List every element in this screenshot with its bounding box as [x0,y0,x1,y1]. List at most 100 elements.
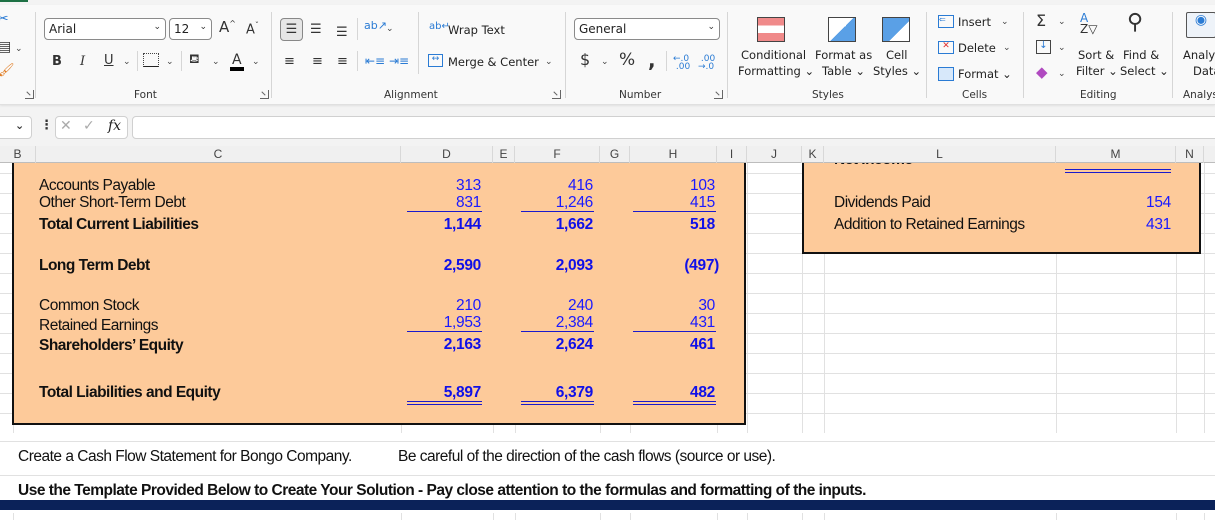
alignment-launcher-icon[interactable] [552,90,561,99]
comma-style-icon[interactable]: , [648,50,656,70]
value-cell[interactable]: 6,379 [556,384,594,402]
formula-input[interactable] [132,116,1215,139]
column-header-h[interactable]: H [630,146,717,163]
clipboard-launcher-icon[interactable] [25,90,34,99]
enter-icon[interactable]: ✓ [83,119,95,133]
autosum-dropdown-icon[interactable]: ⌄ [1058,17,1066,27]
name-box[interactable]: ⌄ [0,116,32,139]
column-header-j[interactable]: J [747,146,802,163]
fill-dropdown-icon[interactable]: ⌄ [1058,43,1066,53]
worksheet-grid[interactable]: Accounts Payable Other Short-Term Debt T… [0,163,1215,520]
merge-center-icon[interactable]: ↔ [428,54,443,67]
align-center-icon[interactable]: ≡ [312,55,323,68]
increase-decimal-icon[interactable]: ←.0 .00 [673,55,690,72]
column-header-k[interactable]: K [802,146,824,163]
delete-dropdown-icon[interactable]: ⌄ [1003,43,1011,53]
wrap-text-button[interactable]: Wrap Text [448,22,505,38]
value-cell[interactable]: 313 [456,177,481,195]
instruction-line-1[interactable]: Create a Cash Flow Statement for Bongo C… [18,448,352,466]
dividends-paid-label[interactable]: Dividends Paid [834,194,931,212]
cut-icon[interactable]: ✂ [0,12,9,26]
value-cell[interactable]: 2,163 [444,336,482,354]
value-cell[interactable]: 518 [690,216,715,234]
value-cell[interactable]: 210 [456,297,481,315]
currency-icon[interactable]: $ [580,52,590,68]
autosum-icon[interactable]: Σ [1036,13,1046,29]
orientation-icon[interactable]: ab↗ [364,20,387,31]
insert-dropdown-icon[interactable]: ⌄ [1001,17,1009,27]
wrap-text-icon[interactable]: ab↵ [429,22,450,32]
instruction-line-2[interactable]: Use the Template Provided Below to Creat… [18,482,866,500]
underline-icon[interactable]: U [104,54,114,67]
column-header-i[interactable]: I [717,146,747,163]
increase-indent-icon[interactable]: ⇥≡ [389,55,409,67]
fill-color-dropdown-icon[interactable]: ⌄ [212,57,220,67]
column-header-d[interactable]: D [401,146,493,163]
decrease-indent-icon[interactable]: ⇤≡ [365,55,385,67]
borders-icon[interactable] [143,53,159,67]
value-cell[interactable]: 415 [690,194,715,212]
value-cell[interactable]: 30 [698,297,715,315]
orientation-dropdown-icon[interactable]: ⌄ [386,24,394,34]
clear-dropdown-icon[interactable]: ⌄ [1058,69,1066,79]
delete-button[interactable]: Delete [958,40,996,56]
column-header-f[interactable]: F [515,146,600,163]
insert-function-icon[interactable]: fx [108,119,121,133]
row-label[interactable]: Common Stock [39,297,139,315]
value-cell[interactable]: 2,384 [556,314,594,332]
merge-center-button[interactable]: Merge & Center [448,54,539,70]
copy-dropdown-icon[interactable]: ⌄ [15,44,23,54]
column-header-g[interactable]: G [600,146,630,163]
column-header-l[interactable]: L [824,146,1056,163]
top-align-icon[interactable]: ☰ [280,18,303,41]
bottom-align-icon[interactable]: ☰ [336,26,348,39]
addition-retained-earnings-label[interactable]: Addition to Retained Earnings [834,216,1025,234]
more-options-icon[interactable]: ⋮ [40,119,53,132]
row-label[interactable]: Total Liabilities and Equity [39,384,221,402]
font-name-select[interactable]: Arial ⌄ [44,18,166,40]
fill-icon[interactable]: ↓ [1036,40,1051,54]
value-cell[interactable]: 1,662 [556,216,594,234]
format-button[interactable]: Format ⌄ [958,66,1012,82]
row-label[interactable]: Accounts Payable [39,177,156,195]
value-cell[interactable]: 2,624 [556,336,594,354]
insert-button[interactable]: Insert [958,14,991,30]
align-right-icon[interactable]: ≡ [337,55,348,68]
font-color-dropdown-icon[interactable]: ⌄ [252,57,260,67]
underline-dropdown-icon[interactable]: ⌄ [123,57,131,67]
value-cell[interactable]: 831 [456,194,481,212]
value-cell[interactable]: 240 [568,297,593,315]
decrease-decimal-icon[interactable]: .00 →.0 [698,55,715,72]
align-left-icon[interactable]: ≡ [284,55,295,68]
value-cell[interactable]: 461 [690,336,715,354]
value-cell[interactable]: 431 [690,314,715,332]
column-header-e[interactable]: E [493,146,515,163]
chevron-down-icon[interactable]: ⌄ [15,120,24,131]
dividends-paid-value[interactable]: 154 [1146,194,1171,212]
format-painter-icon[interactable]: 🖌 [0,64,15,77]
clear-icon[interactable]: ◆ [1036,65,1048,80]
column-header-c[interactable]: C [36,146,401,163]
value-cell[interactable]: 1,144 [444,216,482,234]
value-cell[interactable]: 2,590 [444,257,482,275]
bold-icon[interactable]: B [52,55,62,68]
borders-dropdown-icon[interactable]: ⌄ [166,57,174,67]
copy-icon[interactable]: ▤ [0,40,11,54]
row-label[interactable]: Retained Earnings [39,317,159,335]
font-color-icon[interactable]: A [230,53,244,71]
row-label[interactable]: Other Short-Term Debt [39,194,186,212]
font-launcher-icon[interactable] [260,90,269,99]
cancel-icon[interactable]: ✕ [60,119,72,133]
fill-color-icon[interactable]: ⛾ [189,53,200,66]
net-income-label-partial[interactable]: Net Income [834,163,913,169]
column-header-m[interactable]: M [1056,146,1176,163]
value-cell[interactable]: 5,897 [444,384,482,402]
column-header-n[interactable]: N [1176,146,1204,163]
number-launcher-icon[interactable] [714,90,723,99]
row-label[interactable]: Long Term Debt [39,257,150,275]
italic-icon[interactable]: I [80,55,85,68]
value-cell[interactable]: 1,953 [444,314,482,332]
percent-icon[interactable]: % [619,52,635,69]
value-cell[interactable]: 1,246 [556,194,594,212]
merge-dropdown-icon[interactable]: ⌄ [545,57,553,67]
